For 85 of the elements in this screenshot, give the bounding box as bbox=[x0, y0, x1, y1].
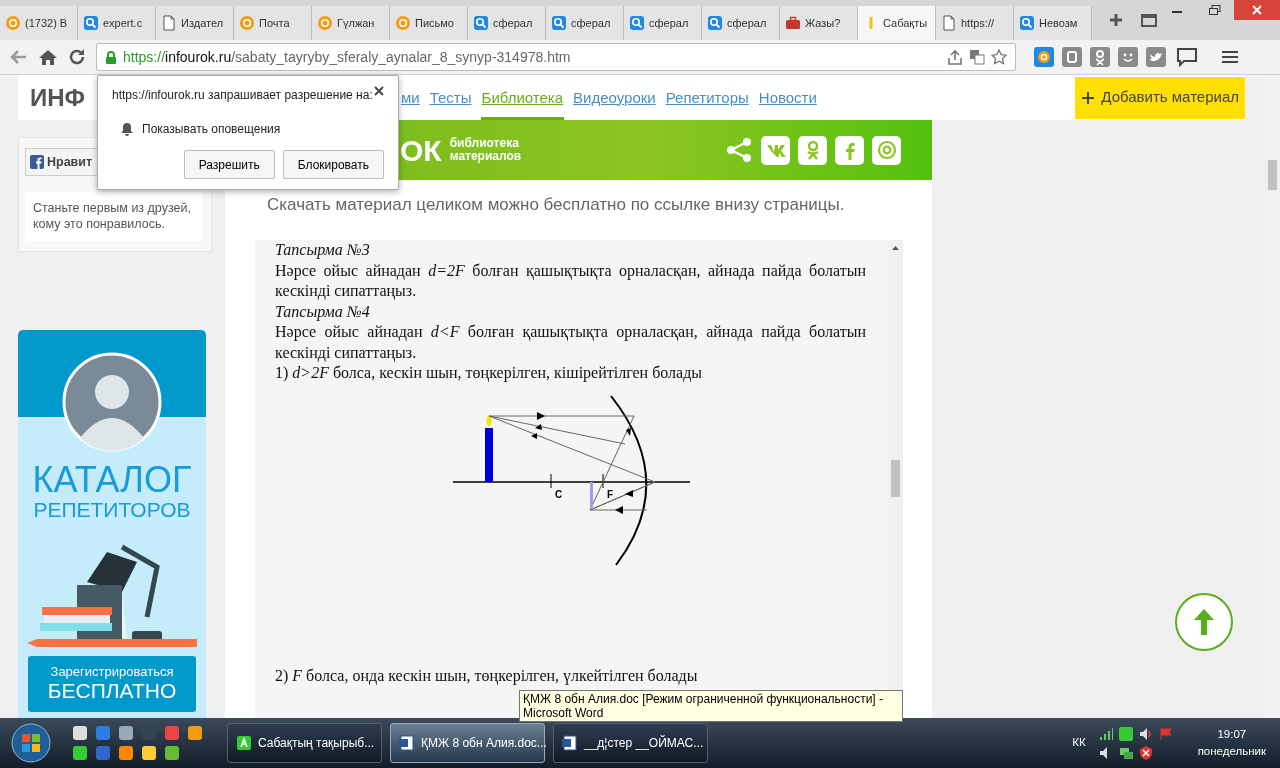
close-icon[interactable] bbox=[374, 86, 384, 96]
document-paragraph: Нәрсе ойыс айнадан d<F болған қашықтықта орналасқан, айнада пайда болатын кескінді сипаттаңыз. bbox=[275, 322, 866, 363]
at-sign-icon bbox=[875, 139, 898, 161]
language-indicator[interactable]: КК bbox=[1068, 734, 1090, 752]
star-icon[interactable] bbox=[991, 49, 1007, 65]
chat-icon[interactable] bbox=[1176, 47, 1198, 67]
browser-tab[interactable]: https:// bbox=[936, 6, 1014, 40]
ad-title: КАТАЛОГ bbox=[32, 461, 192, 498]
browser-tab[interactable]: Сабақты bbox=[858, 6, 936, 40]
nav-link[interactable]: Новости bbox=[757, 75, 818, 120]
like-note: Станьте первым из друзей, кому это понравилось. bbox=[25, 192, 203, 241]
extension-icon[interactable] bbox=[1090, 47, 1110, 67]
task-heading: Тапсырма №4 bbox=[275, 301, 371, 322]
home-icon[interactable] bbox=[38, 48, 58, 66]
allow-button[interactable]: Разрешить bbox=[183, 150, 275, 179]
translate-icon[interactable] bbox=[969, 49, 985, 65]
browser-tab[interactable]: Гүлжан bbox=[312, 6, 390, 40]
browser-tab[interactable]: Невозм bbox=[1014, 6, 1092, 40]
browser-tab[interactable]: Письмо bbox=[390, 6, 468, 40]
share-icon[interactable] bbox=[947, 49, 963, 65]
axis-label: C bbox=[555, 488, 563, 500]
scrollbar-thumb[interactable] bbox=[1268, 160, 1277, 190]
tab-list-icon[interactable] bbox=[1140, 12, 1158, 28]
popup-message: https://infourok.ru запрашивает разрешение на: bbox=[112, 87, 373, 104]
search-icon bbox=[707, 15, 723, 31]
browser-tab[interactable]: сферал bbox=[702, 6, 780, 40]
banner-subtitle: библиотека материалов bbox=[449, 137, 522, 163]
word-document-icon bbox=[562, 735, 578, 751]
taskbar-button[interactable]: Сабақтың тақырыб... bbox=[227, 723, 382, 763]
nav-link[interactable]: ми bbox=[400, 75, 421, 120]
restore-icon[interactable] bbox=[1209, 5, 1221, 15]
taskbar-button[interactable]: ҚМЖ 8 обн Алия.doc... bbox=[390, 723, 545, 763]
browser-tab[interactable]: сферал bbox=[546, 6, 624, 40]
task-heading: Тапсырма №3 bbox=[275, 240, 371, 261]
signal-icon[interactable] bbox=[1097, 725, 1114, 742]
smiley-icon[interactable] bbox=[1118, 47, 1138, 67]
extension-icon[interactable] bbox=[1062, 47, 1082, 67]
bird-icon[interactable] bbox=[1146, 47, 1166, 67]
add-material-button[interactable]: Добавить материал bbox=[1075, 76, 1245, 119]
browser-tab[interactable]: Жазы? bbox=[780, 6, 858, 40]
axis-label: F bbox=[607, 488, 614, 500]
menu-icon[interactable] bbox=[1220, 49, 1240, 65]
banner-logo: ОК bbox=[400, 132, 442, 169]
browser-tab[interactable]: Издател bbox=[156, 6, 234, 40]
scrollbar-thumb[interactable] bbox=[891, 460, 900, 497]
scroll-to-top-button[interactable] bbox=[1175, 593, 1233, 651]
document-icon bbox=[161, 15, 177, 31]
avatar-silhouette-icon bbox=[62, 351, 162, 452]
address-bar[interactable]: https://infourok.ru/sabaty_tayryby_sferaly_aynalar_8_synyp-314978.htm bbox=[96, 43, 1016, 71]
block-button[interactable]: Блокировать bbox=[282, 150, 384, 179]
reload-icon[interactable] bbox=[68, 48, 86, 66]
lock-icon bbox=[105, 49, 117, 65]
browser-tab[interactable]: сферал bbox=[624, 6, 702, 40]
browser-tab[interactable]: Почта bbox=[234, 6, 312, 40]
bell-icon bbox=[120, 122, 134, 136]
nav-link[interactable]: Репетиторы bbox=[664, 75, 750, 120]
windows-logo-icon bbox=[11, 723, 51, 763]
word-document-icon bbox=[399, 735, 415, 751]
ad-subtitle: РЕПЕТИТОРОВ bbox=[33, 497, 191, 521]
browser-tab[interactable]: (1732) В bbox=[0, 6, 78, 40]
permission-label: Показывать оповещения bbox=[142, 121, 281, 138]
browser-tab[interactable]: expert.c bbox=[78, 6, 156, 40]
tooltip: ҚМЖ 8 обн Алия.doc [Режим ограниченной функциональности] - Microsoft Word bbox=[519, 690, 903, 722]
document-icon bbox=[941, 15, 957, 31]
plus-icon bbox=[1081, 90, 1096, 105]
briefcase-icon bbox=[785, 15, 801, 31]
shield-icon[interactable] bbox=[1137, 744, 1154, 761]
search-icon bbox=[629, 15, 645, 31]
taskbar-button[interactable]: __д¦стер __ОЙМАС... bbox=[553, 723, 708, 763]
browser-tab[interactable]: сферал bbox=[468, 6, 546, 40]
search-icon bbox=[1019, 15, 1035, 31]
search-icon bbox=[83, 15, 99, 31]
document-paragraph: 2) F болса, онда кескін шын, төңкерілген, үлкейтілген болады bbox=[275, 665, 699, 686]
document-paragraph: Нәрсе ойыс айнадан d=2F болған қашықтықта орналасқан, айнада пайда болатын кескінді сипаттаңыз. bbox=[275, 260, 866, 302]
search-icon bbox=[551, 15, 567, 31]
clock[interactable]: 19:07 понедельник bbox=[1197, 725, 1266, 761]
download-note: Скачать материал целиком можно бесплатно по ссылке внизу страницы. bbox=[266, 194, 846, 216]
search-icon bbox=[473, 15, 489, 31]
facebook-icon bbox=[30, 155, 44, 169]
up-arrow-icon bbox=[1191, 607, 1217, 637]
new-tab-icon[interactable] bbox=[1108, 12, 1124, 28]
at-sign-button[interactable] bbox=[872, 135, 901, 165]
back-arrow-icon[interactable] bbox=[8, 48, 28, 66]
document-paragraph: 1) d>2F болса, кескін шын, төңкерілген, кішірейтілген болады bbox=[275, 363, 704, 384]
nav-link[interactable]: Видеоуроки bbox=[572, 75, 657, 120]
